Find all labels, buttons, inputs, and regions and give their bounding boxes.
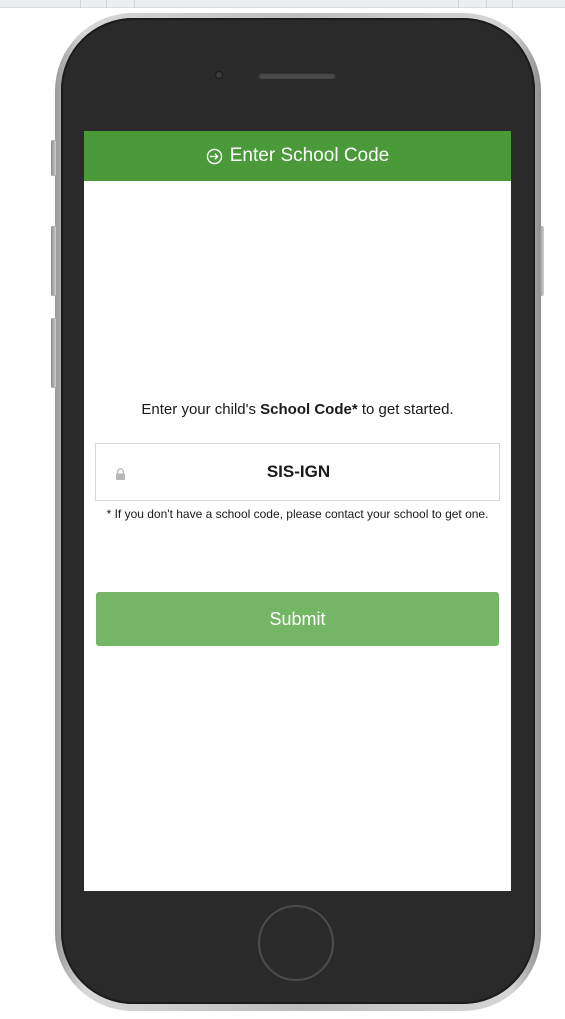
header-title: Enter School Code xyxy=(229,145,390,166)
submit-button[interactable]: Submit xyxy=(96,592,499,646)
school-code-value[interactable]: SIS-IGN xyxy=(96,444,501,500)
strip-divider xyxy=(486,0,487,8)
volume-down-button xyxy=(51,318,56,388)
school-code-help-text: * If you don't have a school code, pleas… xyxy=(106,507,489,521)
strip-divider xyxy=(106,0,107,8)
strip-divider xyxy=(80,0,81,8)
app-screen: Enter School Code Enter your child's Sch… xyxy=(84,131,511,891)
instruction-text: Enter your child's School Code* to get s… xyxy=(84,401,511,418)
instruction-lead: Enter your child's xyxy=(141,401,261,418)
instruction-tail: to get started. xyxy=(357,401,454,418)
strip-divider xyxy=(512,0,513,8)
instruction-emphasis: School Code* xyxy=(260,401,358,418)
browser-top-strip xyxy=(0,0,565,8)
strip-divider xyxy=(134,0,135,8)
mute-switch xyxy=(51,140,56,176)
strip-divider xyxy=(458,0,459,8)
front-camera xyxy=(216,72,222,78)
app-header: Enter School Code xyxy=(84,131,511,181)
school-code-input[interactable]: SIS-IGN xyxy=(95,443,500,501)
home-button xyxy=(258,905,334,981)
login-icon xyxy=(206,148,222,164)
volume-up-button xyxy=(51,226,56,296)
power-button xyxy=(539,226,544,296)
earpiece-speaker xyxy=(258,72,336,79)
